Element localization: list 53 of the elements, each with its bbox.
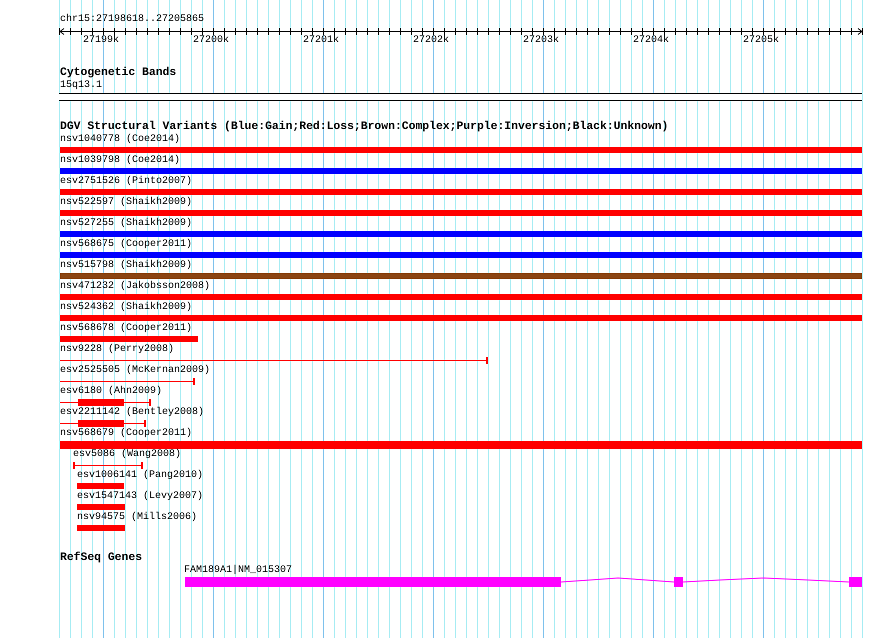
variant-bar[interactable] [60, 147, 862, 153]
variant-bar[interactable] [77, 483, 124, 489]
track-title: DGV Structural Variants (Blue:Gain;Red:Loss;Brown:Complex;Purple:Inversion;Black:Unknown) [60, 121, 668, 134]
variant-label: esv2751526 (Pinto2007) [60, 176, 192, 188]
variant-label: esv5086 (Wang2008) [73, 449, 182, 461]
variant-bar[interactable] [60, 189, 862, 195]
variant-label: esv2525505 (McKernan2009) [60, 365, 210, 377]
gene-model[interactable] [185, 576, 862, 588]
variant-line[interactable] [60, 377, 196, 385]
track-title: Cytogenetic Bands [60, 67, 176, 80]
variant-bar[interactable] [77, 525, 125, 531]
variant-label: nsv527255 (Shaikh2009) [60, 218, 192, 230]
variant-label: nsv1040778 (Coe2014) [60, 134, 180, 146]
variant-bar[interactable] [60, 273, 862, 279]
variant-bar[interactable] [60, 315, 862, 321]
ruler-tick-label: 27199k [83, 35, 120, 47]
variant-label: esv1547143 (Levy2007) [77, 491, 204, 503]
ruler-tick-label: 27205k [743, 35, 780, 47]
variant-line[interactable] [60, 398, 152, 406]
ruler-tick-label: 27200k [193, 35, 230, 47]
gene-label: FAM189A1|NM_015307 [184, 565, 292, 577]
variant-bar[interactable] [60, 294, 862, 300]
variant-label: nsv9228 (Perry2008) [60, 344, 174, 356]
ruler-tick-label: 27203k [523, 35, 560, 47]
variant-label: nsv568679 (Cooper2011) [60, 428, 192, 440]
variant-label: nsv471232 (Jakobsson2008) [60, 281, 210, 293]
variant-bar[interactable] [60, 336, 198, 342]
variant-bar[interactable] [77, 504, 125, 510]
band-label: 15q13.1 [60, 80, 102, 92]
track-title: RefSeq Genes [60, 552, 142, 565]
variant-label: nsv522597 (Shaikh2009) [60, 197, 192, 209]
variant-line[interactable] [73, 461, 144, 469]
variant-line[interactable] [60, 356, 489, 364]
variant-label: nsv568675 (Cooper2011) [60, 239, 192, 251]
variant-bar[interactable] [60, 231, 862, 237]
ruler-tick-label: 27204k [633, 35, 670, 47]
variant-bar[interactable] [60, 168, 862, 174]
variant-label: esv6180 (Ahn2009) [60, 386, 162, 398]
variant-bar[interactable] [60, 441, 862, 449]
variant-bar[interactable] [60, 210, 862, 216]
variant-label: nsv568678 (Cooper2011) [60, 323, 192, 335]
ruler-tick-label: 27202k [413, 35, 450, 47]
variant-label: nsv524362 (Shaikh2009) [60, 302, 192, 314]
variant-label: esv1006141 (Pang2010) [77, 470, 204, 482]
variant-label: nsv515798 (Shaikh2009) [60, 260, 192, 272]
location-label: chr15:27198618..27205865 [60, 14, 204, 26]
variant-line[interactable] [60, 419, 147, 427]
variant-label: esv2211142 (Bentley2008) [60, 407, 204, 419]
ruler-tick-label: 27201k [303, 35, 340, 47]
variant-label: nsv1039798 (Coe2014) [60, 155, 180, 167]
variant-bar[interactable] [60, 252, 862, 258]
variant-label: nsv94575 (Mills2006) [77, 512, 198, 524]
cytoband-bar[interactable] [59, 93, 862, 101]
